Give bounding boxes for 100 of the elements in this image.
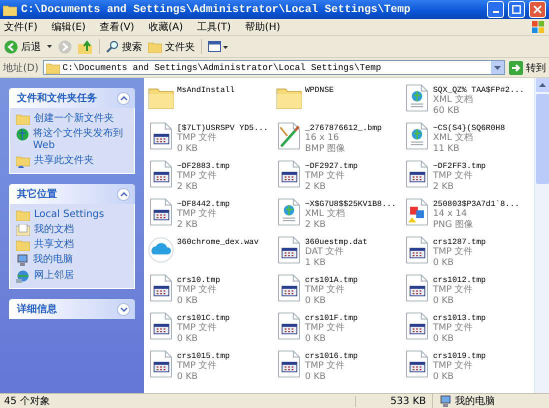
- file-detail: DAT 文件: [305, 247, 345, 258]
- file-detail: 0 KB: [177, 144, 199, 155]
- file-name[interactable]: _2767876612_.bmp: [305, 124, 382, 133]
- menu-item[interactable]: 编辑(E): [52, 20, 86, 34]
- computer-icon: [16, 254, 29, 267]
- folder-icon: [3, 4, 17, 16]
- file-name[interactable]: crs1016.tmp: [305, 352, 358, 361]
- shared-folder-icon: [16, 155, 30, 168]
- file-detail: TMP 文件: [177, 361, 218, 372]
- task-link[interactable]: 创建一个新文件夹: [34, 113, 114, 125]
- cloud-icon: [148, 236, 174, 264]
- menu-item[interactable]: 帮助(H): [244, 20, 280, 34]
- file-name[interactable]: 360uestmp.dat: [305, 238, 368, 247]
- views-button[interactable]: [208, 40, 228, 52]
- file-detail: TMP 文件: [305, 323, 346, 334]
- file-detail: TMP 文件: [433, 323, 474, 334]
- file-name[interactable]: 250803$P3A7d1`8...: [433, 200, 520, 209]
- file-detail: 0 KB: [433, 334, 455, 345]
- search-button[interactable]: 搜索: [106, 40, 142, 54]
- task-link[interactable]: 共享此文件夹: [34, 155, 94, 167]
- file-detail: 0 KB: [177, 372, 199, 383]
- image-document-icon: [404, 198, 430, 226]
- scrollbar-thumb[interactable]: [536, 94, 548, 184]
- file-name[interactable]: ~DF8442.tmp: [177, 200, 230, 209]
- file-detail: TMP 文件: [305, 171, 346, 182]
- file-detail: 11 KB: [433, 144, 460, 155]
- file-name[interactable]: crs1012.tmp: [433, 276, 486, 285]
- address-label: 地址(D): [3, 62, 39, 74]
- file-detail: TMP 文件: [177, 133, 218, 144]
- file-name[interactable]: WPDNSE: [305, 86, 334, 95]
- section-header[interactable]: 文件和文件夹任务: [9, 88, 135, 108]
- window-document-icon: [276, 274, 302, 302]
- file-name[interactable]: ~CS(S4}(SQ6R0H8: [433, 124, 506, 133]
- task-link[interactable]: 网上邻居: [34, 270, 74, 282]
- section-header[interactable]: 详细信息: [9, 299, 135, 319]
- section-header[interactable]: 其它位置: [9, 184, 135, 204]
- window-document-icon: [404, 236, 430, 264]
- file-detail: TMP 文件: [305, 285, 346, 296]
- expand-chevron-icon[interactable]: [117, 302, 130, 316]
- task-link[interactable]: 共享文档: [34, 239, 74, 251]
- file-name[interactable]: crs1015.tmp: [177, 352, 230, 361]
- menu-item[interactable]: 工具(T): [197, 20, 231, 34]
- file-detail: XML 文档: [305, 209, 346, 220]
- window-document-icon: [148, 312, 174, 340]
- file-name[interactable]: ~DF2FF3.tmp: [433, 162, 486, 171]
- file-name[interactable]: ~DF2927.tmp: [305, 162, 358, 171]
- file-detail: PNG 图像: [433, 220, 474, 231]
- dropdown-arrow-icon[interactable]: [494, 66, 501, 70]
- maximize-button[interactable]: [508, 1, 525, 18]
- file-name[interactable]: SQX_QZ% TAA$FP#2...: [433, 86, 524, 95]
- globe-icon: [16, 128, 29, 141]
- document-folder-icon: [16, 224, 30, 236]
- file-name[interactable]: crs1287.tmp: [433, 238, 486, 247]
- total-size: 533 KB: [355, 396, 432, 406]
- up-arrow-icon[interactable]: [538, 83, 546, 87]
- file-detail: 0 KB: [305, 296, 327, 307]
- window-document-icon: [404, 274, 430, 302]
- task-link[interactable]: 我的电脑: [33, 254, 73, 266]
- folder-icon: [16, 209, 30, 221]
- file-detail: 0 KB: [433, 296, 455, 307]
- folder-icon: [16, 239, 30, 251]
- file-name[interactable]: crs1019.tmp: [433, 352, 486, 361]
- file-name[interactable]: ~DF2883.tmp: [177, 162, 230, 171]
- collapse-chevron-icon[interactable]: [117, 92, 130, 104]
- minimize-icon: [492, 11, 498, 13]
- window-document-icon: [148, 122, 174, 150]
- file-name[interactable]: crs10.tmp: [177, 276, 220, 285]
- file-name[interactable]: crs101C.tmp: [177, 314, 230, 323]
- task-link[interactable]: Local Settings: [34, 209, 104, 221]
- menu-item[interactable]: 文件(F): [4, 20, 38, 34]
- address-field[interactable]: C:\Documents and Settings\Administrator\Local Settings\Temp: [42, 60, 505, 75]
- file-name[interactable]: 360chrome_dex.wav: [177, 238, 259, 247]
- folders-button[interactable]: 文件夹: [148, 40, 195, 54]
- search-icon: [106, 40, 119, 53]
- minimize-button[interactable]: [487, 1, 504, 18]
- folder-icon: [16, 113, 30, 125]
- up-folder-button[interactable]: [78, 40, 93, 54]
- file-name[interactable]: ~X$G7U8$$25KV1B8...: [305, 200, 396, 209]
- file-name[interactable]: crs101F.tmp: [305, 314, 358, 323]
- back-button[interactable]: 后退: [4, 40, 41, 54]
- task-link[interactable]: 我的文档: [34, 224, 74, 236]
- caret-icon[interactable]: [47, 45, 52, 48]
- go-button[interactable]: 转到: [509, 60, 546, 74]
- file-detail: 2 KB: [177, 182, 199, 193]
- file-name[interactable]: MsAndInstall: [177, 86, 235, 95]
- collapse-chevron-icon[interactable]: [117, 188, 130, 200]
- file-detail: 1 KB: [305, 258, 327, 269]
- file-detail: 2 KB: [305, 220, 327, 231]
- close-button[interactable]: [529, 1, 546, 18]
- window-title: C:\Documents and Settings\Administrator\Local Settings\Temp: [21, 4, 412, 16]
- menu-item[interactable]: 查看(V): [100, 20, 134, 34]
- vertical-scrollbar[interactable]: [534, 78, 549, 393]
- file-name[interactable]: [$7LT)USRSPV YD5...: [177, 124, 268, 133]
- menu-item[interactable]: 收藏(A): [148, 20, 183, 34]
- file-detail: 0 KB: [433, 372, 455, 383]
- globe-document-icon: [404, 122, 430, 150]
- file-name[interactable]: crs1013.tmp: [433, 314, 486, 323]
- task-link[interactable]: 将这个文件夹发布到 Web: [33, 128, 128, 152]
- file-name[interactable]: crs101A.tmp: [305, 276, 358, 285]
- maximize-icon: [512, 5, 521, 14]
